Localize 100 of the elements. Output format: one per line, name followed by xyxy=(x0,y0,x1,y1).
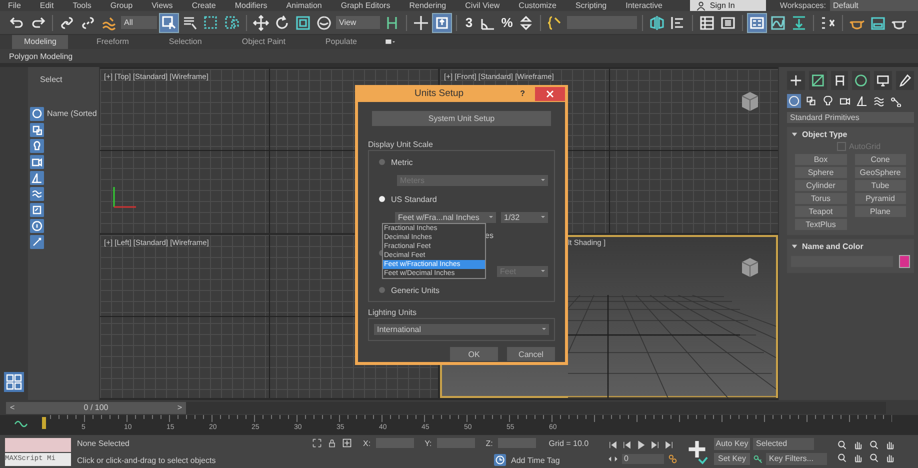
fraction-dropdown[interactable]: 1/32 xyxy=(501,212,548,223)
menu-item[interactable]: Civil View xyxy=(465,0,500,11)
filter-button[interactable] xyxy=(30,235,44,249)
primitive-button[interactable]: Tube xyxy=(854,180,906,191)
rewind-icon[interactable] xyxy=(622,440,632,450)
zoom-icon[interactable] xyxy=(869,440,879,450)
download-icon[interactable] xyxy=(790,14,808,32)
time-slider-thumb[interactable]: < 0 / 100 > xyxy=(6,402,186,414)
menu-item[interactable]: File xyxy=(8,0,21,11)
rollout-title[interactable]: Object Type xyxy=(802,130,848,139)
primitive-type-dropdown[interactable]: Standard Primitives xyxy=(787,112,914,123)
filter-button[interactable] xyxy=(30,123,44,137)
frame-field[interactable]: 0 xyxy=(622,454,664,464)
snap-toggle[interactable]: % xyxy=(500,15,514,30)
ribbon-tab[interactable]: Selection xyxy=(156,35,214,49)
key-filters-button[interactable]: Key Filters... xyxy=(766,453,827,465)
scale-icon[interactable] xyxy=(294,14,312,32)
key-icon[interactable] xyxy=(753,454,763,464)
ribbon-panel-tab[interactable]: Polygon Modeling xyxy=(9,52,73,60)
key-plus-icon[interactable] xyxy=(686,438,708,464)
primitive-button[interactable]: GeoSphere xyxy=(854,167,906,178)
primitive-button[interactable]: Plane xyxy=(854,206,906,217)
selection-filter-dropdown[interactable]: All xyxy=(121,16,157,29)
filter-button[interactable] xyxy=(30,203,44,217)
system-unit-setup-button[interactable]: System Unit Setup xyxy=(372,111,551,126)
filter-button[interactable] xyxy=(30,107,44,121)
key-mode-dropdown[interactable]: Selected xyxy=(753,438,814,450)
menu-item[interactable]: Edit xyxy=(40,0,54,11)
filter-button[interactable] xyxy=(30,187,44,201)
mirror-icon[interactable] xyxy=(648,14,666,32)
manipulate-icon[interactable] xyxy=(433,14,451,32)
move-icon[interactable] xyxy=(252,14,270,32)
auto-key-button[interactable]: Auto Key xyxy=(714,438,750,450)
primitive-button[interactable]: Sphere xyxy=(795,167,846,178)
time-slider-track[interactable]: < 0 / 100 > xyxy=(6,402,886,414)
primitive-button[interactable]: Box xyxy=(795,154,846,165)
crossing-selection-icon[interactable] xyxy=(223,14,241,32)
menu-item[interactable]: Group xyxy=(110,0,133,11)
ribbon-options-icon[interactable] xyxy=(385,37,396,47)
filter-button[interactable] xyxy=(30,139,44,153)
ribbon-tab[interactable]: Modeling xyxy=(12,35,68,49)
primitive-button[interactable]: Torus xyxy=(795,193,846,204)
ribbon-tab[interactable]: Freeform xyxy=(84,35,141,49)
zoom-icon[interactable] xyxy=(837,453,847,463)
collapse-icon[interactable] xyxy=(791,243,798,250)
rectangle-selection-icon[interactable] xyxy=(202,14,220,32)
select-object-icon[interactable] xyxy=(160,14,178,32)
collapse-icon[interactable] xyxy=(791,131,798,138)
menu-item[interactable]: Create xyxy=(192,0,216,11)
primitive-button[interactable]: Teapot xyxy=(795,206,846,217)
set-key-button[interactable]: Set Key xyxy=(714,453,750,465)
sign-in-button[interactable]: Sign In xyxy=(690,0,766,11)
column-header[interactable]: Name (Sorted xyxy=(47,107,97,249)
curve-toggle-icon[interactable] xyxy=(14,419,30,429)
maxscript-listener[interactable] xyxy=(5,438,71,452)
menu-item[interactable]: Tools xyxy=(72,0,92,11)
rotate-icon[interactable] xyxy=(273,14,291,32)
menu-item[interactable]: Customize xyxy=(518,0,556,11)
radio-button[interactable] xyxy=(379,196,385,202)
rollout-title[interactable]: Name and Color xyxy=(802,242,864,251)
primitive-button[interactable]: Cone xyxy=(854,154,906,165)
forward-icon[interactable] xyxy=(664,440,674,450)
menu-item[interactable]: Modifiers xyxy=(234,0,268,11)
explorer-title[interactable]: Select xyxy=(28,67,99,97)
table-icon[interactable] xyxy=(698,14,716,32)
help-button[interactable]: ? xyxy=(520,89,525,98)
primitive-button[interactable]: TextPlus xyxy=(795,219,846,230)
menu-item[interactable]: Views xyxy=(152,0,173,11)
spinner-snap-icon[interactable] xyxy=(517,14,535,32)
shapes-icon[interactable] xyxy=(804,94,818,108)
layout-icon[interactable] xyxy=(748,14,766,32)
color-swatch[interactable] xyxy=(899,255,910,268)
primitive-button[interactable]: Pyramid xyxy=(854,193,906,204)
radio-label[interactable]: Metric xyxy=(391,158,413,166)
menu-item[interactable]: Interactive xyxy=(626,0,662,11)
add-time-tag-button[interactable]: Add Time Tag xyxy=(511,456,560,464)
bulb-icon[interactable] xyxy=(821,94,835,108)
viewport-layout-icon[interactable] xyxy=(4,372,24,392)
menu-item[interactable]: Rendering xyxy=(409,0,446,11)
previous-frame-button[interactable]: < xyxy=(10,403,15,412)
radio-button[interactable] xyxy=(379,159,385,165)
dialog-button[interactable]: OK xyxy=(450,347,498,361)
rewind-icon[interactable] xyxy=(608,440,618,450)
lock-icon[interactable] xyxy=(327,438,337,448)
unit-dropdown[interactable]: Feet w/Fra...nal Inches xyxy=(395,212,496,223)
zoom-icon[interactable] xyxy=(837,440,847,450)
snap-toggle[interactable]: 3 xyxy=(462,15,476,30)
wave-icon[interactable] xyxy=(872,94,886,108)
radio-label[interactable]: Generic Units xyxy=(391,286,440,294)
primitive-button[interactable]: Cylinder xyxy=(795,180,846,191)
plus-icon[interactable] xyxy=(787,71,805,90)
time-tag-icon[interactable] xyxy=(494,454,506,466)
next-frame-button[interactable]: > xyxy=(177,403,182,412)
radio-label[interactable]: US Standard xyxy=(391,194,437,204)
filter-button[interactable] xyxy=(30,219,44,233)
forward-icon[interactable] xyxy=(650,440,660,450)
curve-editor-icon[interactable] xyxy=(769,14,787,32)
play-icon[interactable] xyxy=(636,440,646,450)
menu-item[interactable]: Animation xyxy=(286,0,322,11)
workspace-dropdown[interactable]: Default xyxy=(830,0,918,11)
